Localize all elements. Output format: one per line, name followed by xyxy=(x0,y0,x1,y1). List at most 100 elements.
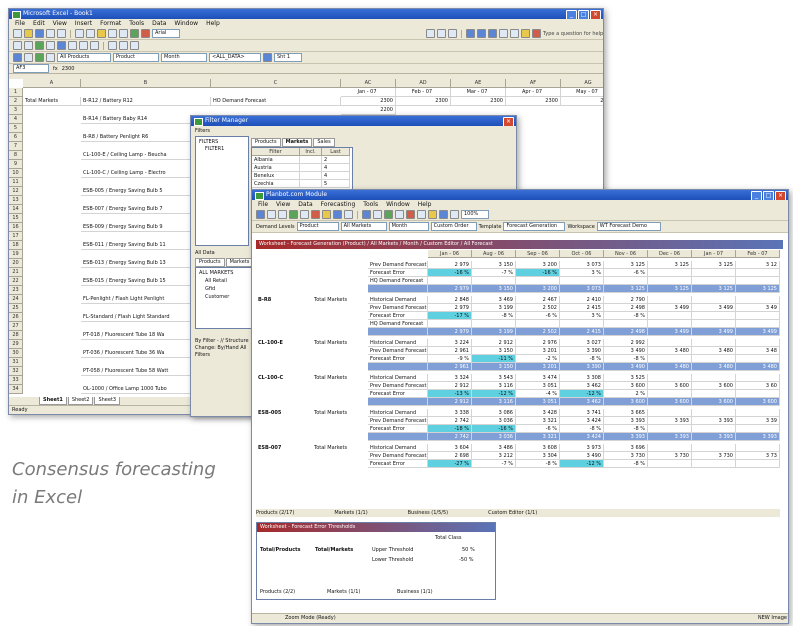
forecast-cell[interactable]: 2 912 xyxy=(428,398,472,406)
forecast-cell[interactable]: 3 730 xyxy=(648,452,692,460)
forecast-cell[interactable]: 3 125 xyxy=(604,261,648,269)
forecast-cell[interactable]: 3 600 xyxy=(692,398,736,406)
underline-icon[interactable] xyxy=(448,29,457,38)
close-button[interactable]: × xyxy=(775,191,786,200)
measure-label[interactable]: Historical Demand xyxy=(368,296,428,304)
forecast-cell[interactable]: 3 474 xyxy=(516,374,560,382)
forecast-cell[interactable] xyxy=(692,339,736,347)
forecast-cell[interactable]: -2 % xyxy=(516,355,560,363)
tool-icon[interactable] xyxy=(417,210,426,219)
forecast-cell[interactable]: 2 992 xyxy=(604,339,648,347)
comma-icon[interactable] xyxy=(510,29,519,38)
sheet-combo[interactable]: Sht 1 xyxy=(274,53,302,62)
tool-icon[interactable] xyxy=(289,210,298,219)
product-label[interactable]: ESB-007 xyxy=(256,444,312,452)
name-box[interactable]: AF3 xyxy=(13,64,49,73)
forecast-cell[interactable] xyxy=(736,390,780,398)
month-cell[interactable]: Mar - 07 xyxy=(451,88,506,97)
menu-help[interactable]: Help xyxy=(418,200,432,209)
column-header[interactable]: AE xyxy=(451,79,506,88)
minimize-button[interactable]: _ xyxy=(751,191,762,200)
percent-icon[interactable] xyxy=(499,29,508,38)
forecast-cell[interactable]: 2 498 xyxy=(604,328,648,336)
menu-forecasting[interactable]: Forecasting xyxy=(321,200,356,209)
forecast-cell[interactable] xyxy=(736,339,780,347)
forecast-cell[interactable]: 2 961 xyxy=(428,347,472,355)
forecast-cell[interactable]: 3 224 xyxy=(428,339,472,347)
menu-data[interactable]: Data xyxy=(152,19,166,28)
forecast-cell[interactable] xyxy=(648,312,692,320)
forecast-cell[interactable]: 3 462 xyxy=(560,382,604,390)
row-header[interactable]: 34 xyxy=(9,385,23,394)
tree-node[interactable]: All Retail xyxy=(205,278,227,285)
forecast-cell[interactable] xyxy=(692,355,736,363)
forecast-cell[interactable] xyxy=(736,460,780,468)
forecast-cell[interactable] xyxy=(736,425,780,433)
forecast-cell[interactable]: 3 036 xyxy=(472,433,516,441)
forecast-cell[interactable]: 3 600 xyxy=(648,382,692,390)
review-icon[interactable] xyxy=(68,41,77,50)
filter-cell[interactable] xyxy=(300,156,322,164)
review-icon[interactable] xyxy=(119,41,128,50)
row-header[interactable]: 14 xyxy=(9,205,23,214)
measure-label[interactable] xyxy=(368,363,428,371)
tool-icon[interactable] xyxy=(428,210,437,219)
measure-label[interactable]: Prev Demand Forecast xyxy=(368,347,428,355)
forecast-cell[interactable]: 3 393 xyxy=(604,417,648,425)
forecast-cell[interactable]: 2 415 xyxy=(560,328,604,336)
forecast-cell[interactable]: -12 % xyxy=(560,390,604,398)
filter-cell[interactable]: 5 xyxy=(322,180,350,188)
tree-node[interactable]: FILTER1 xyxy=(205,146,224,153)
all-data-combo[interactable]: <ALL_DATA> xyxy=(209,53,261,62)
measure-label[interactable]: HQ Demand Forecast xyxy=(368,277,428,285)
forecast-cell[interactable]: 3 490 xyxy=(604,363,648,371)
forecast-cell[interactable]: 3 480 xyxy=(648,347,692,355)
tool-icon[interactable] xyxy=(333,210,342,219)
tool-icon[interactable] xyxy=(406,210,415,219)
filter-cell[interactable]: Benelux xyxy=(252,172,300,180)
forecast-cell[interactable] xyxy=(648,374,692,382)
forecast-cell[interactable]: -12 % xyxy=(560,460,604,468)
menu-format[interactable]: Format xyxy=(100,19,121,28)
row-header[interactable]: 30 xyxy=(9,349,23,358)
market-label[interactable]: Total Markets xyxy=(312,374,368,382)
tool-icon[interactable] xyxy=(311,210,320,219)
filter-cell[interactable] xyxy=(300,164,322,172)
sheet-tab[interactable]: Sheet2 xyxy=(67,397,94,405)
row-header[interactable]: 32 xyxy=(9,367,23,376)
addin-icon[interactable] xyxy=(13,53,22,62)
review-icon[interactable] xyxy=(90,41,99,50)
forecast-cell[interactable]: 2 498 xyxy=(604,304,648,312)
review-icon[interactable] xyxy=(108,41,117,50)
review-icon[interactable] xyxy=(24,41,33,50)
measure-label[interactable]: Prev Demand Forecast xyxy=(368,452,428,460)
forecast-cell[interactable]: 3 125 xyxy=(692,285,736,293)
forecast-cell[interactable]: -6 % xyxy=(604,269,648,277)
row-header[interactable]: 27 xyxy=(9,322,23,331)
forecast-cell[interactable]: 2 698 xyxy=(428,452,472,460)
product-combo[interactable]: Product xyxy=(113,53,159,62)
forecast-titlebar[interactable]: Planbot.com Module _ □ × xyxy=(252,190,788,200)
forecast-cell[interactable]: 3 499 xyxy=(692,328,736,336)
menu-data[interactable]: Data xyxy=(298,200,312,209)
measure-label[interactable]: Forecast Error xyxy=(368,390,428,398)
forecast-cell[interactable] xyxy=(736,444,780,452)
save-icon[interactable] xyxy=(35,29,44,38)
row-header[interactable]: 12 xyxy=(9,187,23,196)
forecast-cell[interactable] xyxy=(648,320,692,328)
forecast-cell[interactable]: 3 525 xyxy=(604,374,648,382)
tool-icon[interactable] xyxy=(395,210,404,219)
forecast-cell[interactable]: -8 % xyxy=(604,425,648,433)
apply-icon[interactable] xyxy=(263,53,272,62)
forecast-cell[interactable]: 3 543 xyxy=(472,374,516,382)
forecast-cell[interactable]: 3 027 xyxy=(560,339,604,347)
forecast-cell[interactable]: 3 390 xyxy=(560,363,604,371)
forecast-cell[interactable]: 3 486 xyxy=(472,444,516,452)
forecast-cell[interactable] xyxy=(648,460,692,468)
tool-icon[interactable] xyxy=(384,210,393,219)
font-combo[interactable]: Arial xyxy=(152,29,180,38)
row-header[interactable]: 13 xyxy=(9,196,23,205)
month-header[interactable]: Dec - 06 xyxy=(648,250,692,258)
measure-label[interactable] xyxy=(368,328,428,336)
addin-icon[interactable] xyxy=(46,53,55,62)
